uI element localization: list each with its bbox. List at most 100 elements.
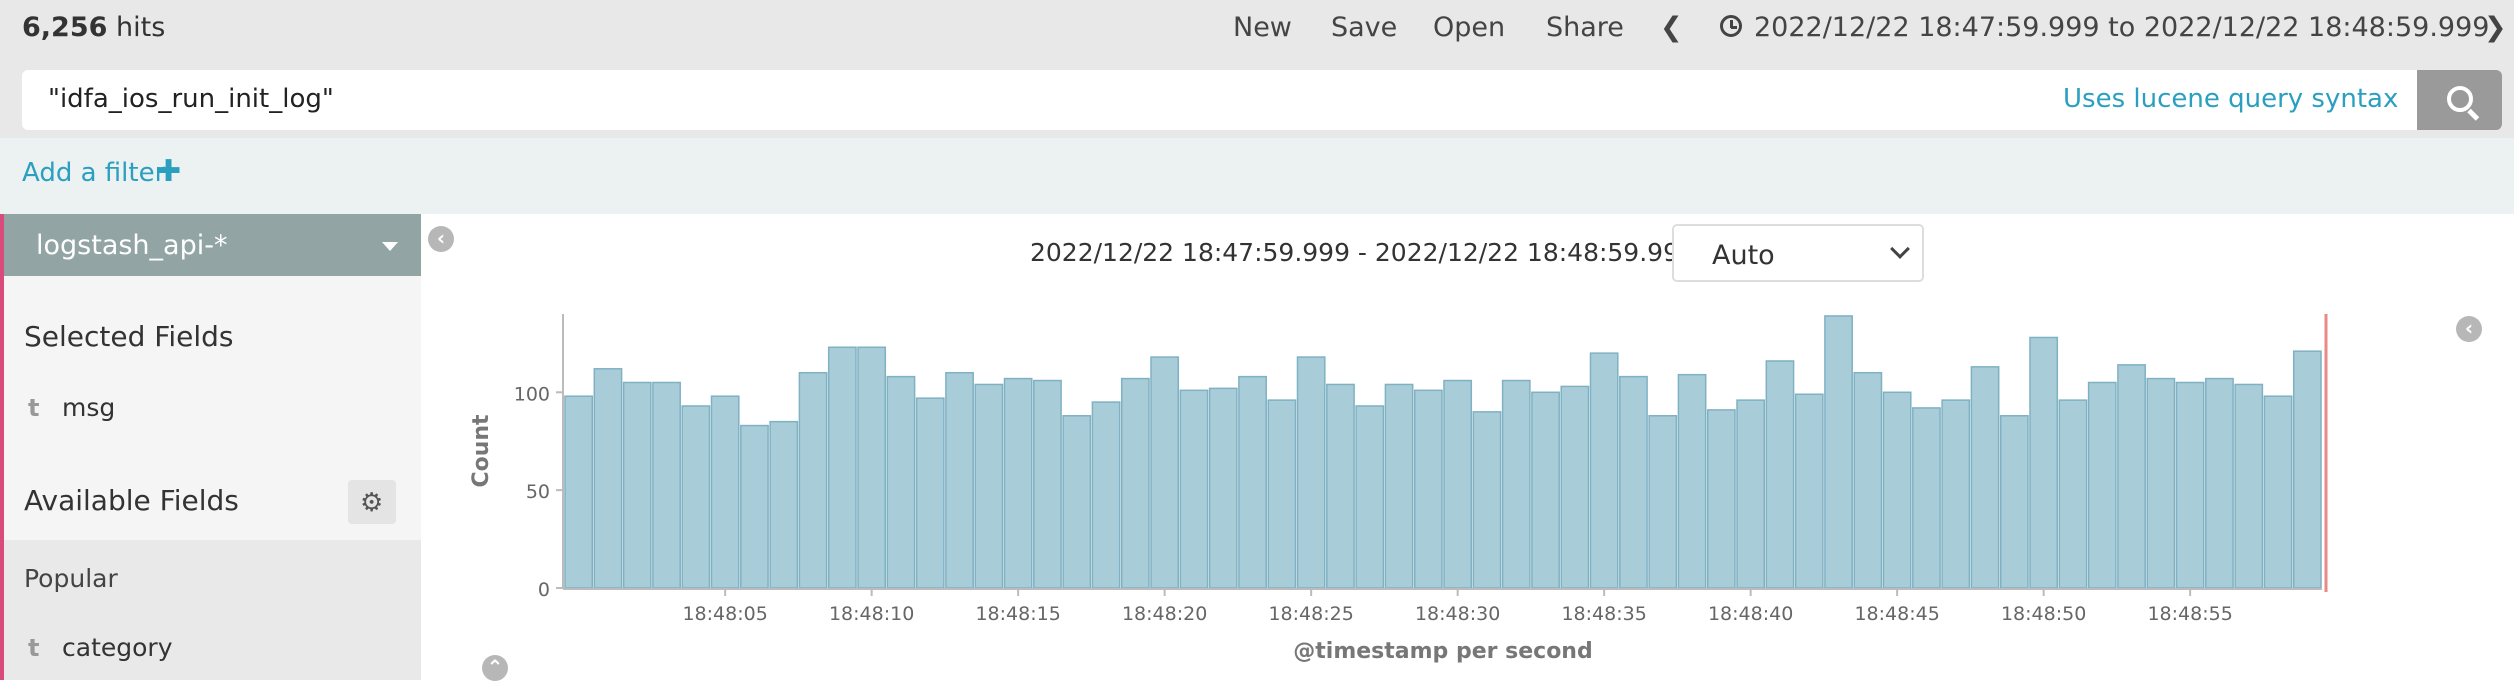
index-pattern-name[interactable]: logstash_api-* (36, 230, 227, 261)
histogram-bar[interactable] (2205, 377, 2234, 589)
search-icon (2447, 86, 2473, 112)
histogram-bar[interactable] (1853, 371, 1883, 589)
search-button[interactable] (2417, 70, 2502, 130)
hits-count: 6,256 hits (22, 12, 165, 43)
histogram-bar[interactable] (1296, 356, 1326, 589)
time-range-picker[interactable]: 2022/12/22 18:47:59.999 to 2022/12/22 18… (1754, 12, 2489, 43)
histogram-bar[interactable] (564, 395, 594, 589)
available-fields-title: Available Fields (24, 484, 239, 517)
popular-title: Popular (24, 564, 118, 593)
histogram-bar[interactable] (2175, 381, 2205, 589)
histogram-bar[interactable] (857, 346, 887, 589)
histogram-bar[interactable] (1941, 399, 1971, 589)
histogram-bar[interactable] (1238, 375, 1267, 589)
histogram-bar[interactable] (1033, 379, 1062, 589)
x-tick-label: 18:48:50 (2001, 603, 2086, 625)
string-type-icon: t (28, 634, 40, 662)
histogram-bar[interactable] (1091, 401, 1121, 589)
chevron-right-icon[interactable]: ❯ (2484, 12, 2507, 43)
histogram-bar[interactable] (798, 371, 828, 589)
histogram-bar[interactable] (915, 397, 945, 589)
interval-value[interactable]: Auto (1712, 240, 1775, 271)
y-axis-title: Count (469, 414, 494, 488)
histogram-bar[interactable] (1179, 389, 1209, 589)
x-tick-label: 18:48:25 (1268, 603, 1353, 625)
histogram-bar[interactable] (1999, 415, 2029, 589)
new-button[interactable]: New (1233, 12, 1292, 43)
x-tick-label: 18:48:05 (682, 603, 767, 625)
add-filter-link[interactable]: Add a filter (22, 158, 165, 188)
histogram-bar[interactable] (1677, 373, 1707, 589)
histogram-bar[interactable] (740, 424, 769, 589)
lucene-syntax-link[interactable]: Uses lucene query syntax (2063, 84, 2398, 114)
field-item-msg[interactable]: msg (62, 393, 115, 422)
histogram-bar[interactable] (1736, 399, 1766, 589)
histogram-bar[interactable] (1413, 389, 1443, 589)
chevron-left-icon[interactable]: ❮ (1660, 12, 1683, 43)
histogram-bar[interactable] (827, 346, 857, 589)
x-tick-label: 18:48:20 (1122, 603, 1207, 625)
histogram-bar[interactable] (1824, 315, 1853, 589)
histogram-bar[interactable] (593, 368, 623, 589)
histogram-bar[interactable] (1706, 409, 1736, 589)
interval-select[interactable] (1672, 224, 1924, 282)
histogram-bar[interactable] (2234, 383, 2264, 589)
histogram-bar[interactable] (1003, 377, 1033, 589)
histogram-bar[interactable] (1765, 360, 1795, 589)
histogram-bar[interactable] (1472, 411, 1502, 589)
histogram-bar[interactable] (1531, 391, 1560, 589)
gear-icon[interactable]: ⚙ (360, 488, 383, 518)
histogram-bar[interactable] (769, 420, 799, 589)
histogram-bar[interactable] (1120, 377, 1150, 589)
histogram-bar[interactable] (1912, 407, 1941, 589)
search-input[interactable] (22, 70, 2417, 130)
histogram-bar[interactable] (2263, 395, 2293, 589)
histogram-bar[interactable] (2117, 364, 2146, 589)
histogram-bar[interactable] (652, 381, 681, 589)
field-item-category[interactable]: category (62, 633, 173, 662)
y-tick-label: 100 (514, 383, 550, 405)
histogram-bar[interactable] (2292, 350, 2322, 589)
histogram-bar[interactable] (1882, 391, 1912, 589)
open-button[interactable]: Open (1433, 12, 1505, 43)
histogram-bar[interactable] (1648, 415, 1678, 589)
histogram-bar[interactable] (2058, 399, 2088, 589)
histogram-bar[interactable] (2146, 377, 2176, 589)
histogram-bar[interactable] (2087, 381, 2117, 589)
histogram-bar[interactable] (1970, 366, 2000, 589)
histogram-bar[interactable] (681, 405, 711, 589)
y-tick-label: 0 (538, 579, 550, 601)
plus-icon[interactable]: ✚ (156, 154, 181, 189)
histogram-bar[interactable] (1267, 399, 1297, 589)
histogram-bar[interactable] (1062, 415, 1092, 589)
histogram-range-label: 2022/12/22 18:47:59.999 - 2022/12/22 18:… (1030, 238, 1728, 267)
histogram-bar[interactable] (1560, 385, 1590, 589)
histogram-bar[interactable] (1326, 383, 1355, 589)
histogram-bar[interactable] (886, 375, 916, 589)
caret-down-icon[interactable] (382, 242, 398, 251)
histogram-bar[interactable] (1589, 352, 1619, 589)
histogram-bar[interactable] (710, 395, 740, 589)
collapse-sidebar-icon[interactable]: ‹ (428, 226, 454, 252)
histogram-bar[interactable] (1208, 387, 1238, 589)
x-tick-label: 18:48:55 (2147, 603, 2232, 625)
x-tick-label: 18:48:45 (1854, 603, 1939, 625)
histogram-bar[interactable] (1355, 405, 1385, 589)
histogram-bar[interactable] (1443, 379, 1473, 589)
histogram-bar[interactable] (622, 381, 652, 589)
search-query-text[interactable]: "idfa_ios_run_init_log" (48, 84, 334, 114)
collapse-right-icon[interactable]: ‹ (2456, 316, 2482, 342)
share-button[interactable]: Share (1546, 12, 1624, 43)
histogram-bar[interactable] (1384, 383, 1414, 589)
histogram-bar[interactable] (1794, 393, 1824, 589)
histogram-bar[interactable] (1150, 356, 1180, 589)
histogram-bar[interactable] (1619, 375, 1648, 589)
histogram-bar[interactable] (1501, 379, 1531, 589)
histogram-bar[interactable] (2029, 336, 2059, 589)
save-button[interactable]: Save (1331, 12, 1397, 43)
x-tick-label: 18:48:10 (829, 603, 914, 625)
string-type-icon: t (28, 394, 40, 422)
histogram-bar[interactable] (974, 383, 1004, 589)
histogram-bar[interactable] (945, 371, 974, 589)
hits-label: hits (116, 12, 166, 43)
